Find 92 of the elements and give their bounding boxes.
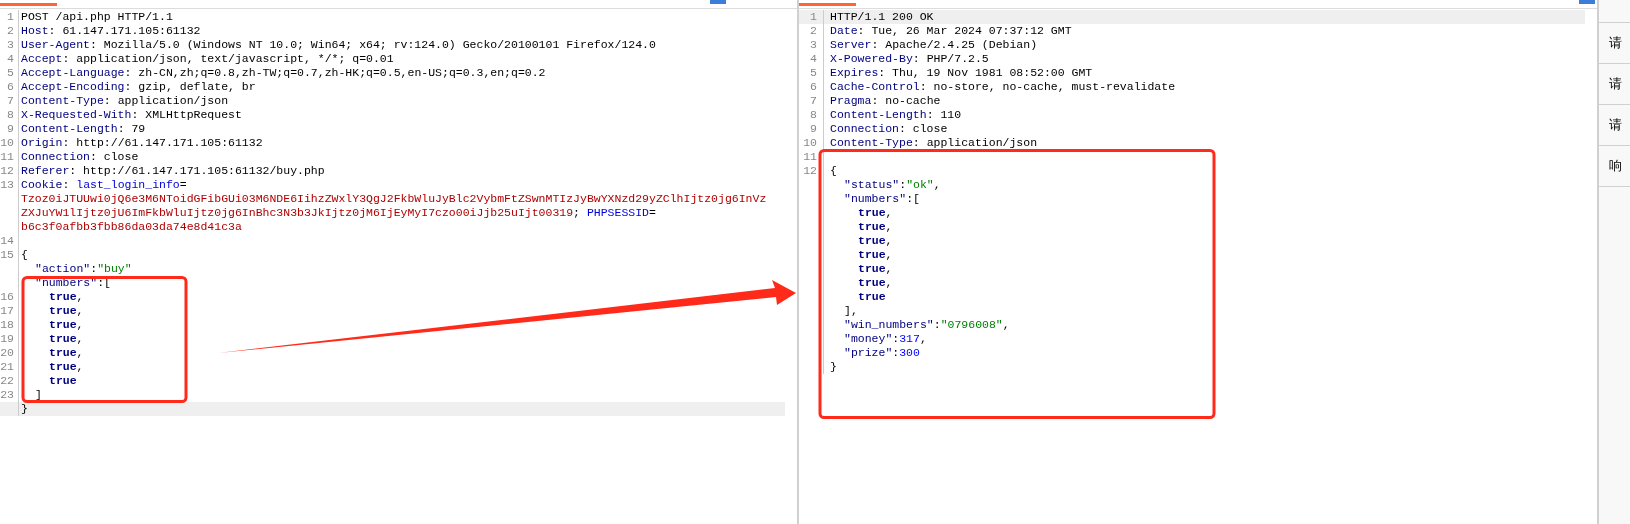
code-line: true, — [48, 304, 84, 318]
code-line: Host: 61.147.171.105:61132 — [20, 24, 201, 38]
code-line: Tzoz0iJTUUwi0jQ6e3M6NToidGFibGUi03M6NDE6IihzZWxlY3QgJ2FkbWluJyBlc2VybmFtZSwnMTIzJyBwYXNzd29yZClhIjtz0jg6InVz — [20, 192, 767, 206]
side-tab[interactable]: 请 — [1599, 105, 1630, 146]
line-number: 7 — [799, 94, 824, 108]
line-number: 3 — [799, 38, 824, 52]
code-line: Pragma: no-cache — [829, 94, 941, 108]
code-line: { — [829, 164, 837, 178]
line-number: 5 — [0, 66, 19, 80]
code-line: HTTP/1.1 200 OK — [829, 10, 934, 24]
line-number: 10 — [799, 136, 824, 150]
line-number: 11 — [0, 150, 19, 164]
code-line: true — [857, 290, 886, 304]
side-tab[interactable]: 响 — [1599, 146, 1630, 187]
line-number: 5 — [799, 66, 824, 80]
code-line: true — [48, 374, 77, 388]
code-line: Connection: close — [20, 150, 139, 164]
line-number: 10 — [0, 136, 19, 150]
code-line: true, — [857, 262, 893, 276]
code-line: Accept: application/json, text/javascript, */*; q=0.01 — [20, 52, 394, 66]
line-number: 9 — [0, 122, 19, 136]
code-line: } — [20, 402, 28, 416]
code-line: Expires: Thu, 19 Nov 1981 08:52:00 GMT — [829, 66, 1093, 80]
code-line: true, — [48, 332, 84, 346]
code-line: X-Requested-With: XMLHttpRequest — [20, 108, 242, 122]
code-line: true, — [48, 360, 84, 374]
code-line: b6c3f0afbb3fbb86da03da74e8d41c3a — [20, 220, 242, 234]
code-line: "money":317, — [843, 332, 927, 346]
code-line: Connection: close — [829, 122, 948, 136]
line-number: 22 — [0, 374, 19, 388]
code-line: true, — [48, 318, 84, 332]
line-number: 16 — [0, 290, 19, 304]
line-number: 4 — [799, 52, 824, 66]
code-line: } — [829, 360, 837, 374]
line-number: 2 — [799, 24, 824, 38]
line-number: 12 — [0, 164, 19, 178]
code-line: ], — [843, 304, 858, 318]
line-number: 3 — [0, 38, 19, 52]
line-number: 4 — [0, 52, 19, 66]
code-line: Cache-Control: no-store, no-cache, must-revalidate — [829, 80, 1176, 94]
code-line: ZXJuYW1lIjtz0jU6ImFkbWluIjtz0jg6InBhc3N3b3JkIjtz0jM6IjEyMyI7czo00iJjb25uIjt00319; PHPSESSID= — [20, 206, 656, 220]
line-number: 17 — [0, 304, 19, 318]
code-line: Referer: http://61.147.171.105:61132/buy.php — [20, 164, 325, 178]
line-number: 2 — [0, 24, 19, 38]
code-line: Cookie: last_login_info= — [20, 178, 187, 192]
code-line: User-Agent: Mozilla/5.0 (Windows NT 10.0; Win64; x64; rv:124.0) Gecko/20100101 Firefox/124.0 — [20, 38, 656, 52]
code-line: true, — [857, 248, 893, 262]
code-line: "action":"buy" — [34, 262, 132, 276]
code-line: "win_numbers":"0796008", — [843, 318, 1010, 332]
active-tab-indicator — [0, 3, 57, 6]
code-line: Origin: http://61.147.171.105:61132 — [20, 136, 263, 150]
line-number: 6 — [0, 80, 19, 94]
line-number: 8 — [0, 108, 19, 122]
line-number: 12 — [799, 164, 824, 178]
code-line: true, — [857, 206, 893, 220]
code-line: true, — [857, 234, 893, 248]
code-line: Server: Apache/2.4.25 (Debian) — [829, 38, 1038, 52]
side-tab[interactable]: 请 — [1599, 23, 1630, 64]
code-line: true, — [48, 290, 84, 304]
code-line: "prize":300 — [843, 346, 920, 360]
code-line: Content-Length: 79 — [20, 122, 146, 136]
line-number: 1 — [799, 10, 824, 24]
code-line: Accept-Encoding: gzip, deflate, br — [20, 80, 256, 94]
side-tab[interactable]: 请 — [1599, 64, 1630, 105]
line-number: 20 — [0, 346, 19, 360]
line-number: 19 — [0, 332, 19, 346]
line-number: 13 — [0, 178, 19, 192]
line-number: 7 — [0, 94, 19, 108]
line-number: 1 — [0, 10, 19, 24]
line-number: 6 — [799, 80, 824, 94]
line-number: 8 — [799, 108, 824, 122]
code-line: X-Powered-By: PHP/7.2.5 — [829, 52, 989, 66]
active-tab-indicator — [799, 3, 856, 6]
code-line: Date: Tue, 26 Mar 2024 07:37:12 GMT — [829, 24, 1072, 38]
code-line: "status":"ok", — [843, 178, 941, 192]
code-line: true, — [48, 346, 84, 360]
line-number: 18 — [0, 318, 19, 332]
code-line: Accept-Language: zh-CN,zh;q=0.8,zh-TW;q=0.7,zh-HK;q=0.5,en-US;q=0.3,en;q=0.2 — [20, 66, 546, 80]
code-line: "numbers":[ — [843, 192, 920, 206]
code-line: Content-Type: application/json — [20, 94, 229, 108]
line-number: 11 — [799, 150, 824, 164]
line-number: 14 — [0, 234, 19, 248]
code-line: Content-Length: 110 — [829, 108, 962, 122]
line-number: 15 — [0, 248, 19, 262]
code-line: true, — [857, 276, 893, 290]
code-line: POST /api.php HTTP/1.1 — [20, 10, 173, 24]
code-line: { — [20, 248, 28, 262]
code-line: true, — [857, 220, 893, 234]
line-number: 9 — [799, 122, 824, 136]
code-line: Content-Type: application/json — [829, 136, 1038, 150]
line-number: 21 — [0, 360, 19, 374]
code-line: ] — [34, 388, 42, 402]
